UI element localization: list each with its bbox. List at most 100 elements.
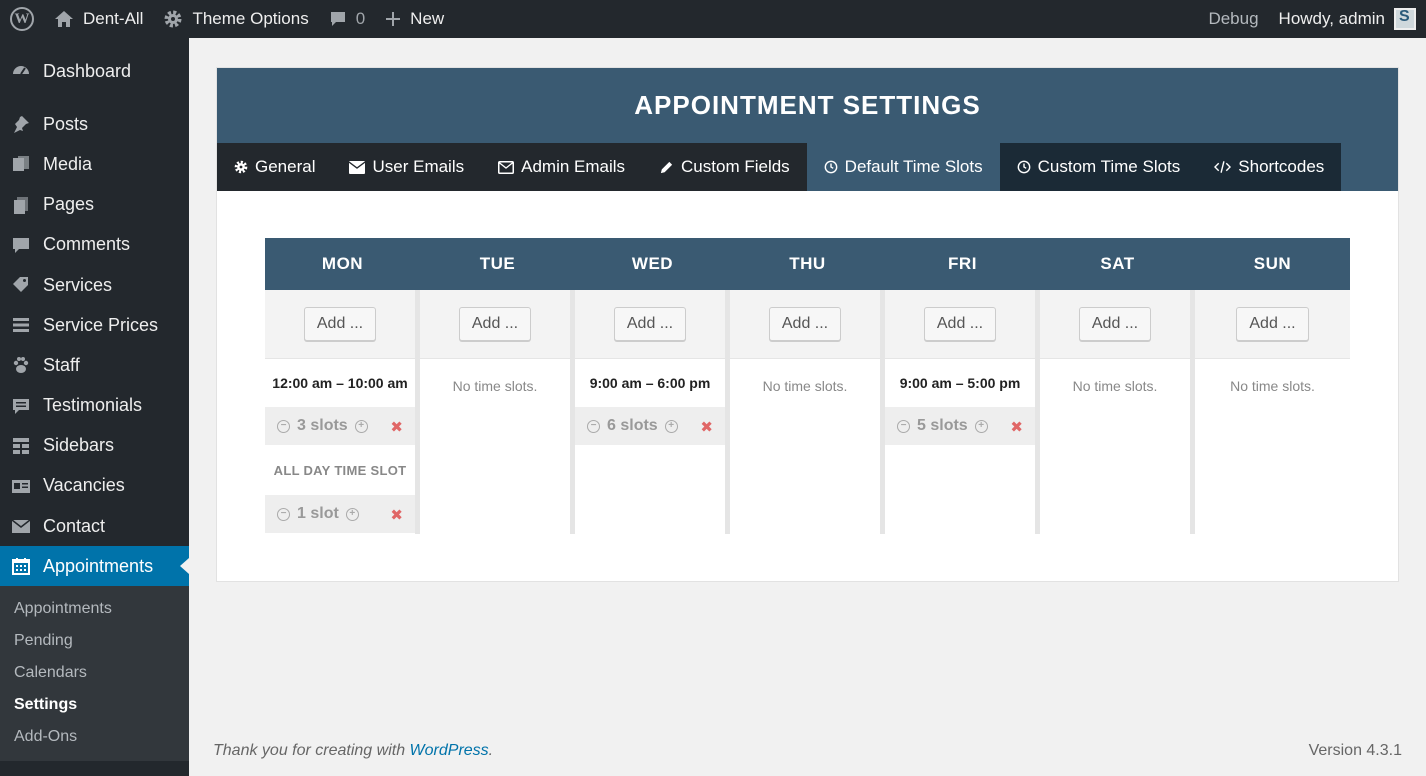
slot-count: 1 slot: [297, 505, 339, 522]
new-content-link[interactable]: New: [375, 0, 454, 38]
sidebar-item-service-prices[interactable]: Service Prices: [0, 305, 189, 345]
submenu-calendars[interactable]: Calendars: [0, 657, 189, 689]
sidebar-item-services[interactable]: Services: [0, 265, 189, 305]
increase-slots-icon[interactable]: +: [664, 419, 678, 433]
site-name: Dent-All: [83, 9, 144, 28]
sidebar-item-appointments[interactable]: Appointments: [0, 546, 189, 587]
sidebar-item-vacancies[interactable]: Vacancies: [0, 466, 189, 506]
add-slot-button-fri[interactable]: Add ...: [923, 307, 997, 341]
sidebar-item-label: Sidebars: [43, 435, 115, 456]
add-slot-button-mon[interactable]: Add ...: [303, 307, 377, 341]
tab-admin-emails[interactable]: Admin Emails: [481, 143, 642, 191]
slot-box-mon: − 3 slots + ✖: [265, 407, 415, 445]
tab-custom-time-slots[interactable]: Custom Time Slots: [999, 143, 1198, 191]
calendar-header: MON TUE WED THU FRI SAT SUN: [265, 238, 1350, 290]
delete-slot-icon[interactable]: ✖: [390, 418, 403, 436]
increase-slots-icon[interactable]: +: [345, 507, 359, 521]
add-slot-button-thu[interactable]: Add ...: [768, 307, 842, 341]
add-slot-button-sat[interactable]: Add ...: [1078, 307, 1152, 341]
submenu-settings[interactable]: Settings: [0, 689, 189, 721]
tab-shortcodes[interactable]: Shortcodes: [1197, 143, 1342, 191]
site-name-link[interactable]: Dent-All: [44, 0, 153, 38]
paw-icon: [10, 354, 32, 376]
submenu-appointments[interactable]: Appointments: [0, 593, 189, 625]
day-column-thu: Add ... No time slots.: [730, 290, 885, 534]
day-header-sun: SUN: [1253, 254, 1292, 273]
footer-thanks-text: Thank you for creating with: [213, 742, 410, 759]
decrease-slots-icon[interactable]: −: [897, 419, 910, 433]
sidebar-item-sidebars[interactable]: Sidebars: [0, 426, 189, 466]
delete-slot-icon[interactable]: ✖: [700, 418, 713, 436]
comment-icon: [10, 234, 32, 256]
sidebar-item-label: Appointments: [43, 555, 154, 576]
sidebar-item-testimonials[interactable]: Testimonials: [0, 386, 189, 426]
wordpress-link[interactable]: WordPress: [410, 742, 489, 759]
tab-label: Shortcodes: [1238, 157, 1325, 176]
sidebar-item-label: Contact: [43, 515, 106, 536]
increase-slots-icon[interactable]: +: [354, 419, 368, 433]
tab-user-emails[interactable]: User Emails: [332, 143, 481, 191]
sidebar-item-staff[interactable]: Staff: [0, 345, 189, 385]
no-time-slots-sun: No time slots.: [1230, 378, 1315, 394]
sidebar-item-pages[interactable]: Pages: [0, 185, 189, 225]
home-icon: [54, 10, 74, 28]
tab-default-time-slots[interactable]: Default Time Slots: [806, 143, 1000, 191]
add-slot-button-wed[interactable]: Add ...: [613, 307, 687, 341]
increase-slots-icon[interactable]: +: [974, 419, 988, 433]
sidebar-item-label: Staff: [43, 354, 80, 375]
submenu-add-ons[interactable]: Add-Ons: [0, 721, 189, 753]
tab-label: Admin Emails: [521, 157, 626, 176]
decrease-slots-icon[interactable]: −: [277, 419, 290, 433]
day-column-tue: Add ... No time slots.: [420, 290, 575, 534]
tab-custom-fields[interactable]: Custom Fields: [642, 143, 807, 191]
calendar-icon: [10, 555, 32, 577]
avatar: [1394, 8, 1416, 30]
sidebar-item-label: Dashboard: [43, 60, 132, 81]
media-icon: [10, 153, 32, 175]
calendar-body: Add ... 12:00 am – 10:00 am − 3 slots + …: [265, 290, 1350, 534]
sidebar-item-posts[interactable]: Posts: [0, 104, 189, 144]
decrease-slots-icon[interactable]: −: [587, 419, 600, 433]
no-time-slots-sat: No time slots.: [1072, 378, 1158, 394]
time-range-fri: 9:00 am – 5:00 pm: [899, 375, 1021, 391]
howdy-label: Howdy, admin: [1278, 9, 1385, 28]
time-range-mon: 12:00 am – 10:00 am: [272, 375, 408, 391]
gear-icon: [234, 160, 248, 174]
account-menu[interactable]: Howdy, admin: [1269, 0, 1426, 38]
no-time-slots-tue: No time slots.: [452, 378, 538, 394]
all-day-label: ALL DAY TIME SLOT: [273, 462, 407, 478]
no-time-slots-thu: No time slots.: [762, 378, 848, 394]
time-range-wed: 9:00 am – 6:00 pm: [589, 375, 711, 391]
submenu-pending[interactable]: Pending: [0, 625, 189, 657]
tab-label: Custom Time Slots: [1037, 157, 1181, 176]
sidebar-item-media[interactable]: Media: [0, 144, 189, 184]
slot-count: 5 slots: [917, 417, 968, 434]
pages-icon: [10, 194, 32, 216]
clock-icon: [1017, 160, 1031, 174]
tab-label: Default Time Slots: [844, 157, 983, 176]
decrease-slots-icon[interactable]: −: [277, 507, 290, 521]
day-column-mon: Add ... 12:00 am – 10:00 am − 3 slots + …: [265, 290, 420, 534]
sidebar-item-dashboard[interactable]: Dashboard: [0, 51, 189, 91]
delete-slot-icon[interactable]: ✖: [1010, 418, 1023, 436]
settings-tabs: General User Emails Admin Emails Custom Fie…: [217, 143, 1398, 191]
tabs-filler: [1341, 143, 1398, 191]
comments-link[interactable]: 0: [319, 0, 375, 38]
slot-box-fri: − 5 slots + ✖: [885, 407, 1035, 445]
theme-options-label: Theme Options: [192, 9, 309, 28]
delete-slot-icon[interactable]: ✖: [390, 506, 403, 524]
tab-label: General: [255, 157, 316, 176]
wp-logo-button[interactable]: W: [0, 0, 44, 38]
tab-general[interactable]: General: [217, 143, 332, 191]
debug-link[interactable]: Debug: [1198, 0, 1268, 38]
sidebar-item-label: Testimonials: [43, 395, 143, 416]
sidebar-item-contact[interactable]: Contact: [0, 506, 189, 546]
add-slot-button-sun[interactable]: Add ...: [1236, 307, 1309, 341]
theme-options-link[interactable]: Theme Options: [153, 0, 318, 38]
add-slot-button-tue[interactable]: Add ...: [458, 307, 532, 341]
weekly-calendar: MON TUE WED THU FRI SAT SUN Add ... 12:0…: [265, 238, 1350, 534]
day-header-mon: MON: [321, 254, 364, 273]
plus-icon: [385, 11, 401, 27]
sidebar-item-comments[interactable]: Comments: [0, 225, 189, 265]
grid-icon: [10, 435, 32, 457]
